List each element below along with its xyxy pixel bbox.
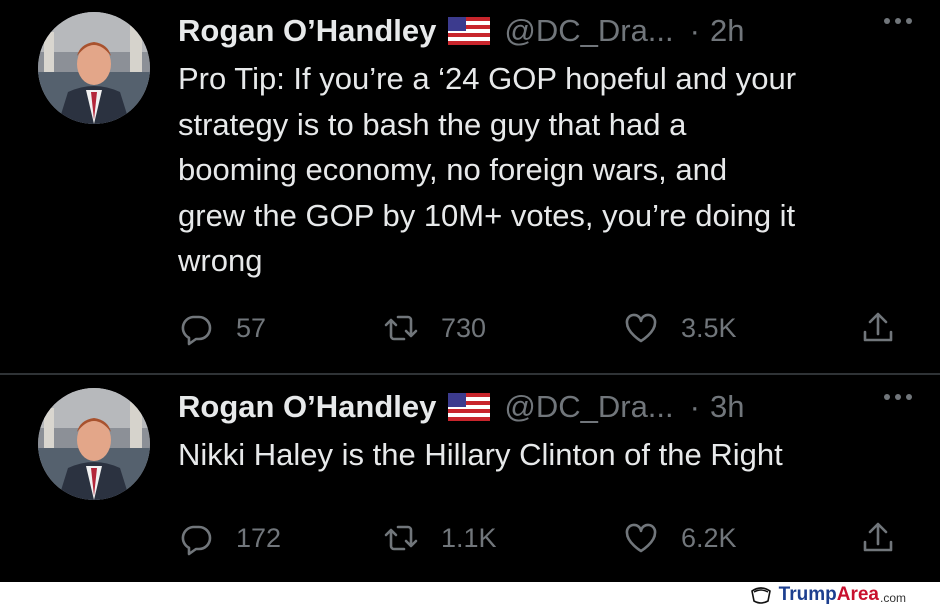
avatar-photo bbox=[38, 388, 150, 500]
tweet-header: Rogan O’Handley @DC_Dra... · 3h bbox=[178, 384, 744, 430]
author-name[interactable]: Rogan O’Handley bbox=[178, 13, 436, 49]
heart-icon bbox=[625, 313, 657, 343]
separator: · bbox=[689, 13, 700, 48]
heart-icon bbox=[625, 523, 657, 553]
tweet-text: Pro Tip: If you’re a ‘24 GOP hopeful and… bbox=[178, 61, 797, 278]
avatar[interactable] bbox=[38, 12, 150, 124]
timestamp[interactable]: 3h bbox=[710, 389, 744, 425]
trumparea-logo-icon bbox=[750, 587, 771, 604]
retweet-icon bbox=[384, 525, 418, 551]
us-flag-icon bbox=[448, 393, 491, 421]
like-button[interactable]: 6.2K bbox=[623, 518, 737, 558]
reply-icon bbox=[181, 315, 212, 346]
retweet-icon bbox=[384, 315, 418, 341]
reply-count: 172 bbox=[236, 522, 282, 553]
tweet-actions: 57 730 3.5K bbox=[178, 308, 918, 348]
author-handle[interactable]: @DC_Dra... bbox=[504, 389, 673, 425]
share-button[interactable] bbox=[860, 308, 896, 348]
tweet-text: Nikki Haley is the Hillary Clinton of th… bbox=[178, 437, 783, 472]
author-handle[interactable]: @DC_Dra... bbox=[504, 13, 673, 49]
share-icon bbox=[863, 312, 893, 342]
more-icon[interactable] bbox=[884, 394, 912, 400]
us-flag-icon bbox=[448, 17, 491, 45]
tweet-2[interactable]: Rogan O’Handley @DC_Dra... · 3h Nikki Ha… bbox=[0, 376, 940, 582]
tweet-header: Rogan O’Handley @DC_Dra... · 2h bbox=[178, 8, 744, 54]
retweet-button[interactable]: 1.1K bbox=[383, 518, 497, 558]
timestamp[interactable]: 2h bbox=[710, 13, 744, 49]
more-icon[interactable] bbox=[884, 18, 912, 24]
share-button[interactable] bbox=[860, 518, 896, 558]
avatar[interactable] bbox=[38, 388, 150, 500]
like-count: 3.5K bbox=[681, 312, 737, 343]
tweet-1[interactable]: Rogan O’Handley @DC_Dra... · 2h Pro Tip:… bbox=[0, 0, 940, 374]
reply-button[interactable]: 57 bbox=[178, 308, 266, 348]
tweet-divider bbox=[0, 373, 940, 375]
watermark-part3: .com bbox=[879, 590, 906, 605]
watermark: Trump Area .com bbox=[749, 584, 906, 606]
retweet-count: 1.1K bbox=[441, 522, 497, 553]
separator: · bbox=[689, 389, 700, 424]
retweet-button[interactable]: 730 bbox=[383, 308, 486, 348]
avatar-photo bbox=[38, 12, 150, 124]
watermark-bar: Trump Area .com bbox=[0, 582, 940, 607]
author-name[interactable]: Rogan O’Handley bbox=[178, 389, 436, 425]
like-button[interactable]: 3.5K bbox=[623, 308, 737, 348]
share-icon bbox=[863, 522, 893, 552]
reply-button[interactable]: 172 bbox=[178, 518, 281, 558]
watermark-part1: Trump bbox=[778, 584, 837, 605]
reply-icon bbox=[181, 525, 212, 556]
tweet-actions: 172 1.1K 6.2K bbox=[178, 518, 918, 558]
reply-count: 57 bbox=[236, 312, 267, 343]
retweet-count: 730 bbox=[441, 312, 487, 343]
like-count: 6.2K bbox=[681, 522, 737, 553]
watermark-part2: Area bbox=[836, 584, 879, 605]
